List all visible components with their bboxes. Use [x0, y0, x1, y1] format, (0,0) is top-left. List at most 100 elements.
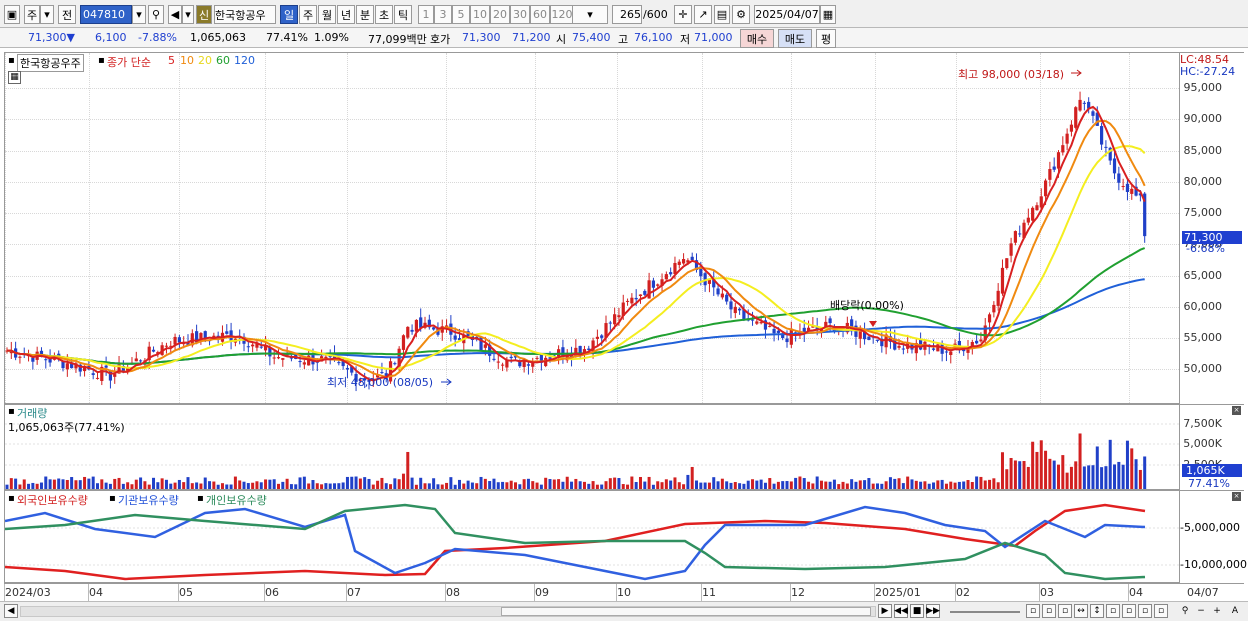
chart-tool-icon[interactable]: ▫ — [1122, 604, 1136, 618]
panel-close-icon[interactable]: × — [1232, 406, 1241, 415]
volume-bar — [923, 481, 927, 489]
gear-icon[interactable]: ⚙ — [732, 5, 750, 24]
volume-bar — [703, 482, 707, 489]
code-dropdown-icon[interactable]: ▾ — [132, 5, 146, 24]
volume-bar — [1095, 446, 1099, 489]
x-axis-label: 11 — [702, 586, 716, 599]
interval-dropdown[interactable]: ▾ — [572, 5, 608, 24]
open-label: 시 — [556, 33, 567, 46]
market-dropdown-icon[interactable]: ▾ — [40, 5, 54, 24]
chart-tool-icon[interactable]: ↔ — [1074, 604, 1088, 618]
period-tab-1[interactable]: 주 — [299, 5, 317, 24]
fast-forward-icon[interactable]: ▶▶ — [926, 604, 940, 618]
candle-body — [1009, 243, 1013, 256]
zoom-out-icon[interactable]: − — [1194, 604, 1208, 618]
rewind-icon[interactable]: ◀◀ — [894, 604, 908, 618]
count-input[interactable]: 265 — [612, 5, 642, 24]
volume-bar — [587, 483, 591, 489]
price-chart-panel[interactable]: ▪ 한국항공우주 ▪ 종가 단순 5 10 20 60 120 ▦ 최고 98,000 … — [4, 52, 1180, 404]
volume-bar — [876, 483, 880, 489]
zoom-slider[interactable] — [950, 611, 1020, 613]
market-tab[interactable]: 주 — [24, 5, 40, 24]
scroll-right-icon[interactable]: ▶ — [878, 604, 892, 618]
candle-body — [406, 326, 410, 338]
speaker-icon[interactable]: ◀ — [168, 5, 182, 24]
calendar-icon[interactable]: ▦ — [820, 5, 836, 24]
volume-bar — [5, 484, 9, 489]
volume-bar — [44, 476, 48, 489]
period-tab-2[interactable]: 월 — [318, 5, 336, 24]
volume-bar — [837, 484, 841, 489]
chart-tool-icon[interactable]: ▫ — [1106, 604, 1120, 618]
volume-bar — [143, 481, 147, 489]
chart-tool-icon[interactable]: ▫ — [1026, 604, 1040, 618]
volume-bar — [423, 483, 427, 489]
x-axis-label: 2025/01 — [875, 586, 921, 599]
chart-tool-icon[interactable]: ▫ — [1058, 604, 1072, 618]
table-icon[interactable]: ▦ — [8, 71, 21, 84]
stock-code-input[interactable]: 047810 — [80, 5, 132, 24]
interval-button-60[interactable]: 60 — [530, 5, 550, 24]
buy-button[interactable]: 매수 — [740, 29, 774, 48]
volume-bar — [690, 466, 694, 489]
interval-button-3[interactable]: 3 — [434, 5, 452, 24]
volume-bar — [1039, 440, 1043, 489]
search-icon[interactable]: ⚲ — [148, 5, 164, 24]
stock-name-label[interactable]: 한국항공우주 — [17, 54, 84, 72]
save-icon[interactable]: ▤ — [714, 5, 730, 24]
holder-panel[interactable]: ▪ 외국인보유수량 ▪ 기관보유수량 ▪ 개인보유수량 — [4, 490, 1180, 583]
chart-tool-icon[interactable]: ▫ — [1042, 604, 1056, 618]
scrollbar-track[interactable] — [20, 606, 876, 617]
volume-panel[interactable]: ▪ 거래량 1,065,063주(77.41%) — [4, 404, 1180, 490]
font-size-icon[interactable]: A — [1228, 604, 1242, 618]
volume-bar — [35, 483, 39, 489]
chart-tool-icon[interactable]: ▫ — [1138, 604, 1152, 618]
interval-button-120[interactable]: 120 — [550, 5, 574, 24]
volume-bar — [401, 473, 405, 489]
chart-tool-icon[interactable]: ▫ — [1154, 604, 1168, 618]
interval-button-30[interactable]: 30 — [510, 5, 530, 24]
volume-bar — [970, 482, 974, 489]
interval-button-20[interactable]: 20 — [490, 5, 510, 24]
zoom-in-icon[interactable]: + — [1210, 604, 1224, 618]
sell-button[interactable]: 매도 — [778, 29, 812, 48]
interval-button-5[interactable]: 5 — [452, 5, 470, 24]
scrollbar-thumb[interactable] — [501, 607, 871, 616]
draw-tool-icon[interactable]: ↗ — [694, 5, 712, 24]
interval-button-1[interactable]: 1 — [418, 5, 434, 24]
stop-icon[interactable]: ■ — [910, 604, 924, 618]
current-rate-tag: -6.68% — [1186, 242, 1225, 255]
crosshair-icon[interactable]: ✛ — [674, 5, 692, 24]
panel-close-icon[interactable]: × — [1232, 492, 1241, 501]
date-input[interactable]: 2025/04/07 — [754, 5, 820, 24]
volume-bar — [22, 479, 26, 489]
scroll-left-icon[interactable]: ◀ — [4, 604, 18, 618]
volume-bar — [604, 481, 608, 489]
candle-body — [1035, 205, 1039, 211]
search-icon[interactable]: ⚲ — [1178, 604, 1192, 618]
period-tab-3[interactable]: 년 — [337, 5, 355, 24]
avg-button[interactable]: 평 — [816, 29, 836, 48]
period-tab-4[interactable]: 분 — [356, 5, 374, 24]
price-tick: 65,000 — [1183, 268, 1223, 282]
x-axis-tick — [790, 584, 791, 601]
volume-bar — [87, 478, 91, 489]
candle-body — [996, 290, 1000, 306]
candle-body — [690, 256, 694, 261]
volume-bar — [225, 484, 229, 489]
volume-bar — [1000, 452, 1004, 489]
interval-button-10[interactable]: 10 — [470, 5, 490, 24]
period-tab-6[interactable]: 틱 — [394, 5, 412, 24]
period-tab-0[interactable]: 일 — [280, 5, 298, 24]
period-tab-5[interactable]: 초 — [375, 5, 393, 24]
window-icon[interactable]: ▣ — [4, 5, 20, 24]
all-tab[interactable]: 전 — [58, 5, 76, 24]
volume-bar — [108, 483, 112, 489]
volume-bar — [893, 478, 897, 489]
volume-bar — [570, 481, 574, 489]
volume-bar — [751, 479, 755, 489]
speaker-dropdown-icon[interactable]: ▾ — [182, 5, 194, 24]
chart-tool-icon[interactable]: ↕ — [1090, 604, 1104, 618]
price-axis: LC:48.54 HC:-27.24 95,000 90,000 85,000 80,… — [1180, 52, 1244, 404]
x-axis-label: 03 — [1040, 586, 1054, 599]
